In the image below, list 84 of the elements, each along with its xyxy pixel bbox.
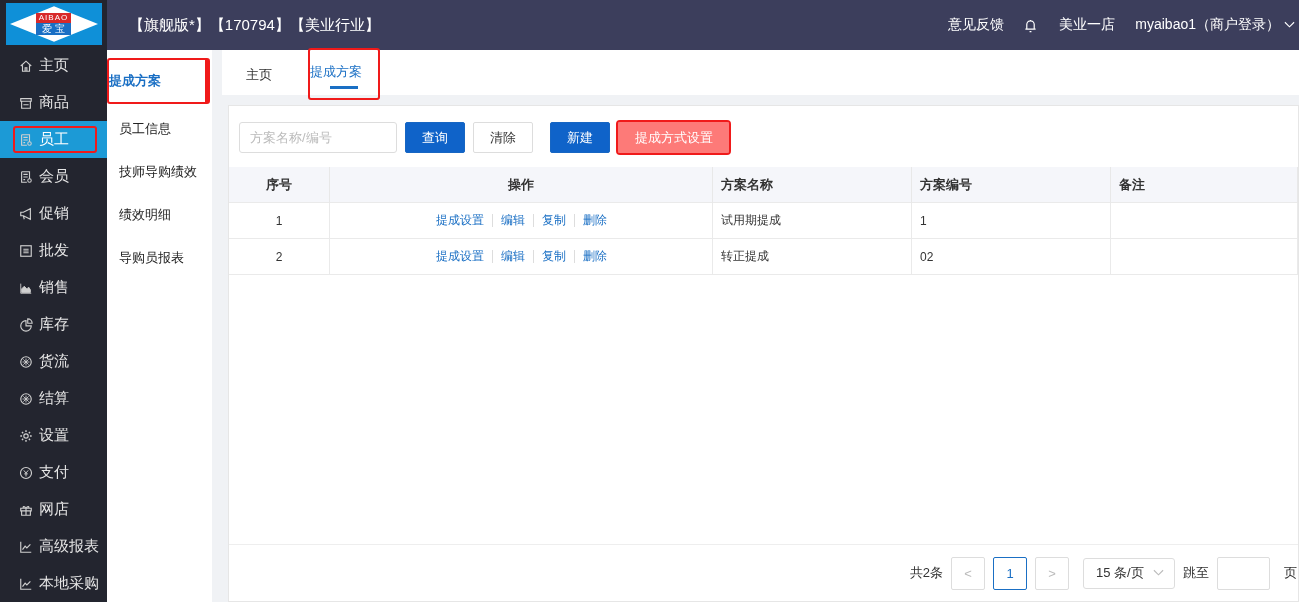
tab[interactable]: 主页 <box>232 50 286 95</box>
sidebar-item[interactable]: 网店 <box>0 491 107 528</box>
sidebar-item[interactable]: 货流 <box>0 343 107 380</box>
subnav-item[interactable]: 员工信息 <box>107 107 210 147</box>
action-link[interactable]: 删除 <box>582 213 607 227</box>
chevron-down-icon[interactable] <box>1284 21 1295 29</box>
page-size-select[interactable]: 15 条/页 <box>1083 557 1175 589</box>
table-cell: 1 <box>229 202 330 239</box>
table-cell: 试用期提成 <box>712 202 912 239</box>
sidebar-item-label: 设置 <box>39 426 69 445</box>
column-header: 备注 <box>1110 167 1298 203</box>
action-link[interactable]: 删除 <box>582 249 607 263</box>
subnav-item[interactable]: 绩效明细 <box>107 193 210 233</box>
sidebar-item[interactable]: 促销 <box>0 195 107 232</box>
document-icon <box>19 132 33 147</box>
sidebar-item[interactable]: 支付 <box>0 454 107 491</box>
action-link[interactable]: 复制 <box>541 249 566 263</box>
sidebar-item-label: 支付 <box>39 463 69 482</box>
sidebar-item-label: 促销 <box>39 204 69 223</box>
jump-label: 跳至 <box>1183 564 1209 582</box>
sidebar-item-label: 商品 <box>39 93 69 112</box>
subnav-item[interactable]: 提成方案 <box>107 58 210 104</box>
line-chart-icon <box>19 576 33 591</box>
sidebar-item-label: 高级报表 <box>39 537 99 556</box>
sidebar-item[interactable]: 批发 <box>0 232 107 269</box>
table-cell: 2 <box>229 238 330 275</box>
sidebar-item[interactable]: 库存 <box>0 306 107 343</box>
table-cell: 1 <box>911 202 1111 239</box>
feedback-link[interactable]: 意见反馈 <box>948 16 1005 34</box>
page-jump-field[interactable] <box>1217 556 1270 590</box>
sidebar-item-label: 本地采购 <box>39 574 99 593</box>
subnav-item[interactable]: 技师导购绩效 <box>107 150 210 190</box>
settings-icon <box>19 428 33 443</box>
sidebar-item-label: 主页 <box>39 56 69 75</box>
sidebar-item[interactable]: 高级报表 <box>0 528 107 565</box>
pie-chart-icon <box>19 317 33 332</box>
table-cell: 02 <box>911 238 1111 275</box>
sidebar-item[interactable]: 商品 <box>0 84 107 121</box>
total-count: 共2条 <box>909 564 943 582</box>
action-link[interactable]: 编辑 <box>500 213 525 227</box>
home-icon <box>19 58 33 73</box>
column-header: 方案编号 <box>911 167 1111 203</box>
sidebar-item-label: 员工 <box>39 130 69 149</box>
column-header: 序号 <box>229 167 330 203</box>
line-chart-icon <box>19 539 33 554</box>
sidebar-item-label: 结算 <box>39 389 69 408</box>
action-link[interactable]: 提成设置 <box>435 249 484 263</box>
logo-text: AIBAO <box>35 12 72 23</box>
toolbar-button[interactable]: 查询 <box>405 122 465 153</box>
sidebar-item-label: 会员 <box>39 167 69 186</box>
search-field[interactable]: 方案名称/编号 <box>239 122 397 153</box>
sidebar-item-label: 货流 <box>39 352 69 371</box>
sidebar-item[interactable]: 主页 <box>0 47 107 84</box>
document-icon <box>19 169 33 184</box>
column-header: 操作 <box>329 167 713 203</box>
page-button[interactable]: 1 <box>993 556 1027 590</box>
table-cell: 转正提成 <box>712 238 912 275</box>
chevron-down-icon <box>1153 569 1164 577</box>
action-link[interactable]: 提成设置 <box>435 213 484 227</box>
action-link[interactable]: 复制 <box>541 213 566 227</box>
list-icon <box>19 243 33 258</box>
action-link[interactable]: 编辑 <box>500 249 525 263</box>
storefront-icon <box>19 95 33 110</box>
sidebar-item[interactable]: 本地采购 <box>0 565 107 602</box>
header-title: 【旗舰版*】【170794】【美业行业】 <box>129 15 380 35</box>
sidebar-item-label: 网店 <box>39 500 69 519</box>
yen-circle-icon <box>19 465 33 480</box>
sidebar-item[interactable]: 结算 <box>0 380 107 417</box>
toolbar-button[interactable]: 新建 <box>550 122 610 153</box>
page-unit-label: 页 <box>1284 564 1298 582</box>
sidebar-item-label: 销售 <box>39 278 69 297</box>
tab[interactable]: 提成方案 <box>308 47 380 100</box>
sidebar-item-label: 批发 <box>39 241 69 260</box>
sidebar-item-label: 库存 <box>39 315 69 334</box>
bell-icon[interactable] <box>1024 17 1038 33</box>
subnav-item[interactable]: 导购员报表 <box>107 236 210 276</box>
sidebar-item[interactable]: 销售 <box>0 269 107 306</box>
user-menu[interactable]: myaibao1（商户登录） <box>1135 16 1280 34</box>
sidebar-item[interactable]: 设置 <box>0 417 107 454</box>
toolbar-button[interactable]: 清除 <box>473 122 533 153</box>
megaphone-icon <box>19 206 33 221</box>
column-header: 方案名称 <box>712 167 912 203</box>
sidebar-item[interactable]: 会员 <box>0 158 107 195</box>
store-name[interactable]: 美业一店 <box>1059 16 1116 34</box>
